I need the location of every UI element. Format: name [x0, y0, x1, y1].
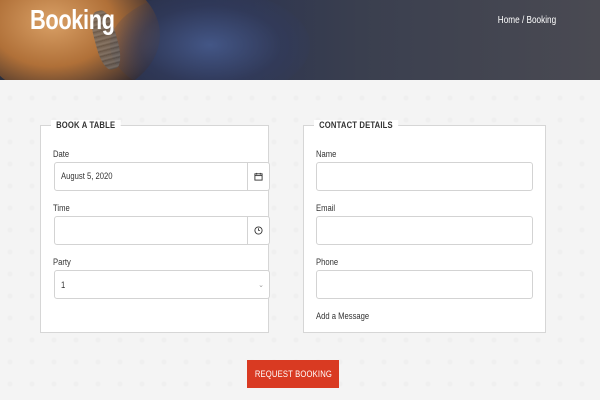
- phone-input[interactable]: [316, 270, 533, 299]
- clock-button[interactable]: [247, 217, 269, 244]
- date-input[interactable]: August 5, 2020: [54, 162, 270, 191]
- header-banner: Booking Home / Booking: [0, 0, 600, 80]
- clock-icon: [254, 226, 263, 235]
- email-label: Email: [316, 203, 336, 213]
- time-label: Time: [53, 203, 70, 213]
- date-value: August 5, 2020: [61, 171, 113, 181]
- contact-details-fieldset: CONTACT DETAILS Name Email Phone Add a M…: [303, 120, 546, 333]
- page-title: Booking: [30, 4, 115, 35]
- breadcrumb[interactable]: Home / Booking: [498, 15, 556, 26]
- book-table-legend: BOOK A TABLE: [51, 120, 121, 130]
- phone-label: Phone: [316, 257, 339, 267]
- date-label: Date: [53, 149, 70, 159]
- request-booking-button[interactable]: REQUEST BOOKING: [247, 360, 339, 388]
- party-label: Party: [53, 257, 71, 267]
- contact-details-legend: CONTACT DETAILS: [314, 120, 398, 130]
- time-input[interactable]: [54, 216, 270, 245]
- name-label: Name: [316, 149, 337, 159]
- request-booking-label: REQUEST BOOKING: [254, 369, 332, 379]
- add-message-link[interactable]: Add a Message: [316, 311, 369, 321]
- name-input[interactable]: [316, 162, 533, 191]
- chevron-down-icon: ⌄: [258, 282, 264, 289]
- party-select[interactable]: 1 ⌄: [54, 270, 270, 299]
- book-table-fieldset: BOOK A TABLE Date August 5, 2020 Time Pa…: [40, 120, 270, 333]
- party-value: 1: [61, 280, 66, 290]
- email-input[interactable]: [316, 216, 533, 245]
- calendar-icon: [254, 172, 263, 181]
- calendar-button[interactable]: [247, 163, 269, 190]
- banner-image-cloth: [110, 0, 310, 80]
